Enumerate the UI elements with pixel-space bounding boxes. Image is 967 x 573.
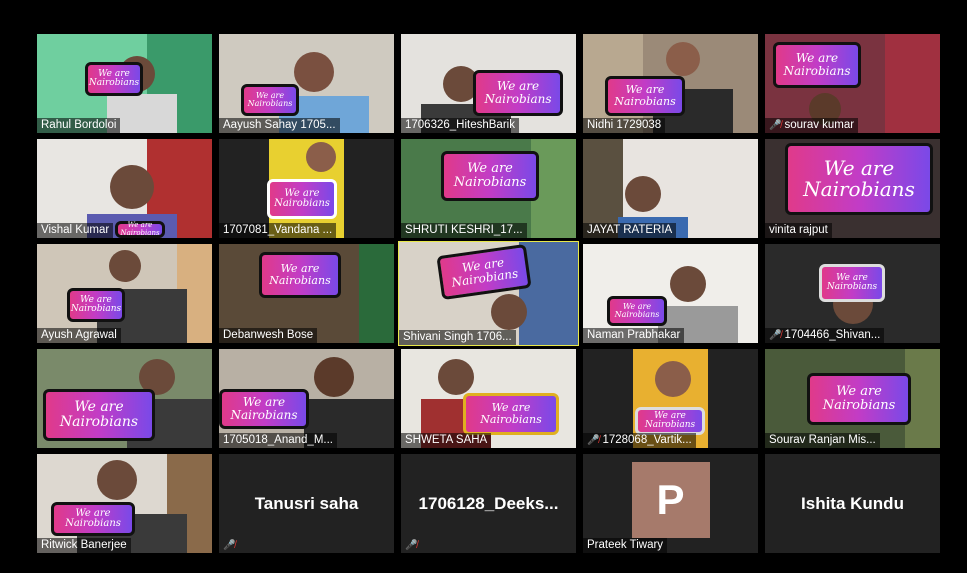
participant-status: 🎤̸ — [219, 538, 242, 553]
sign-phone: We are Nairobians — [85, 62, 143, 96]
sign-phone: We are Nairobians — [807, 373, 911, 425]
sign-phone: We are Nairobians — [219, 389, 309, 429]
participant-tile[interactable]: We are Nairobians 1707081_Vandana ... — [219, 139, 394, 238]
participant-name: 🎤̸ sourav kumar — [765, 118, 859, 133]
participant-tile[interactable]: We are Nairobians SHWETA SAHA — [401, 349, 576, 448]
participant-name: vinita rajput — [765, 223, 832, 238]
participant-name: Ritwick Banerjee — [37, 538, 131, 553]
sign-phone: We are Nairobians — [259, 252, 341, 298]
participant-tile-video-off[interactable]: 1706128_Deeks... 🎤̸ — [401, 454, 576, 553]
participant-tile[interactable]: We are Nairobians Ayush Agrawal — [37, 244, 212, 343]
participant-name: Vishal Kumar — [37, 223, 114, 238]
participant-name: Shivani Singh 1706... — [399, 330, 516, 345]
sign-phone: We are Nairobians — [773, 42, 861, 88]
participant-status: 🎤̸ — [401, 538, 424, 553]
participant-tile-video-off[interactable]: Tanusri saha 🎤̸ — [219, 454, 394, 553]
participant-name-display: Ishita Kundu — [765, 454, 940, 553]
participant-tile[interactable]: We are Nairobians Vishal Kumar — [37, 139, 212, 238]
participant-tile-active-speaker[interactable]: We are Nairobians Shivani Singh 1706... — [398, 241, 579, 346]
participant-tile[interactable]: JAYAT RATERIA — [583, 139, 758, 238]
participant-name: Prateek Tiwary — [583, 538, 668, 553]
participant-tile-video-off[interactable]: P Prateek Tiwary — [583, 454, 758, 553]
participant-tile[interactable]: We are Nairobians Sourav Ranjan Mis... — [765, 349, 940, 448]
sign-phone: We are Nairobians — [241, 84, 299, 116]
sign-phone: We are Nairobians — [607, 296, 667, 326]
participant-name-display: 1706128_Deeks... — [401, 454, 576, 553]
participant-name: 1706326_HiteshBarik — [401, 118, 519, 133]
sign-phone: We are Nairobians — [51, 502, 135, 536]
muted-mic-icon: 🎤̸ — [587, 435, 600, 446]
participant-name: 🎤̸ 1704466_Shivan... — [765, 328, 885, 343]
participant-name: SHWETA SAHA — [401, 433, 492, 448]
participant-tile[interactable]: We are Nairobians — [37, 349, 212, 448]
participant-tile[interactable]: We are Nairobians vinita rajput — [765, 139, 940, 238]
participant-name: SHRUTI KESHRI_17... — [401, 223, 527, 238]
participant-tile[interactable]: We are Nairobians SHRUTI KESHRI_17... — [401, 139, 576, 238]
participant-tile[interactable]: We are Nairobians Naman Prabhakar — [583, 244, 758, 343]
participant-name: Ayush Agrawal — [37, 328, 121, 343]
participant-name: 1705018_Anand_M... — [219, 433, 337, 448]
sign-phone: We are Nairobians — [819, 264, 885, 302]
participant-tile[interactable]: We are Nairobians 1706326_HiteshBarik — [401, 34, 576, 133]
sign-phone: We are Nairobians — [463, 393, 559, 435]
video-grid: We are Nairobians Rahul Bordoloi We are … — [0, 0, 967, 573]
participant-name: JAYAT RATERIA — [583, 223, 677, 238]
participant-tile[interactable]: We are Nairobians Rahul Bordoloi — [37, 34, 212, 133]
participant-tile[interactable]: We are Nairobians 🎤̸ sourav kumar — [765, 34, 940, 133]
sign-phone: We are Nairobians — [267, 179, 337, 219]
sign-phone: We are Nairobians — [67, 288, 125, 322]
participant-name: Rahul Bordoloi — [37, 118, 121, 133]
participant-tile[interactable]: We are Nairobians Nidhi 1729038 — [583, 34, 758, 133]
participant-name: 🎤̸ 1728068_Vartik... — [583, 433, 696, 448]
avatar: P — [631, 461, 710, 538]
sign-phone: We are Nairobians — [785, 143, 933, 215]
participant-name-display: Tanusri saha — [219, 454, 394, 553]
muted-mic-icon: 🎤̸ — [223, 540, 236, 551]
participant-tile[interactable]: We are Nairobians Debanwesh Bose — [219, 244, 394, 343]
participant-tile[interactable]: We are Nairobians Ritwick Banerjee — [37, 454, 212, 553]
participant-name: Nidhi 1729038 — [583, 118, 666, 133]
participant-tile[interactable]: We are Nairobians 🎤̸ 1704466_Shivan... — [765, 244, 940, 343]
muted-mic-icon: 🎤̸ — [769, 120, 782, 131]
muted-mic-icon: 🎤̸ — [405, 540, 418, 551]
sign-phone: We are Nairobians — [115, 221, 165, 238]
sign-phone: We are Nairobians — [605, 76, 685, 116]
sign-phone: We are Nairobians — [635, 407, 705, 435]
participant-tile-video-off[interactable]: Ishita Kundu — [765, 454, 940, 553]
participant-tile[interactable]: We are Nairobians 🎤̸ 1728068_Vartik... — [583, 349, 758, 448]
participant-name: Sourav Ranjan Mis... — [765, 433, 880, 448]
participant-name: 1707081_Vandana ... — [219, 223, 337, 238]
sign-phone: We are Nairobians — [441, 151, 539, 201]
participant-name: Aayush Sahay 1705... — [219, 118, 340, 133]
sign-phone: We are Nairobians — [473, 70, 563, 116]
participant-name: Naman Prabhakar — [583, 328, 685, 343]
muted-mic-icon: 🎤̸ — [769, 330, 782, 341]
participant-tile[interactable]: We are Nairobians Aayush Sahay 1705... — [219, 34, 394, 133]
sign-phone: We are Nairobians — [43, 389, 155, 441]
participant-name: Debanwesh Bose — [219, 328, 318, 343]
participant-tile[interactable]: We are Nairobians 1705018_Anand_M... — [219, 349, 394, 448]
